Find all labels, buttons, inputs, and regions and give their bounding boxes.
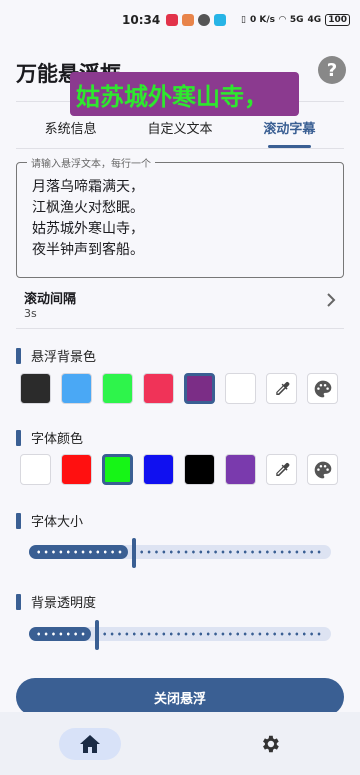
font-size-slider[interactable] xyxy=(29,538,331,568)
scroll-interval-setting[interactable]: 滚动间隔 3s xyxy=(16,284,344,326)
notification-icon xyxy=(166,14,179,26)
vibrate-icon: ▯ xyxy=(241,15,246,25)
section-marker xyxy=(16,347,21,364)
bg-color-swatch[interactable] xyxy=(61,373,92,404)
bg-opacity-slider-thumb[interactable] xyxy=(95,620,99,650)
floating-window-preview[interactable]: 姑苏城外寒山寺， xyxy=(70,72,299,116)
notification-icon xyxy=(214,14,227,26)
divider xyxy=(16,148,344,149)
float-text-lines: 月落乌啼霜满天， 江枫渔火对愁眠。 姑苏城外寒山寺， 夜半钟声到客船。 xyxy=(32,177,144,261)
font-color-swatch[interactable] xyxy=(225,454,256,485)
nav-home[interactable] xyxy=(0,712,180,775)
font-color-swatches xyxy=(20,454,338,485)
bottom-navigation xyxy=(0,712,360,775)
status-time: 10:34 xyxy=(122,13,161,27)
font-color-swatch[interactable] xyxy=(184,454,215,485)
bg-color-palette-button[interactable] xyxy=(307,373,338,404)
signal-4g: 4G xyxy=(307,15,322,25)
status-bar: 10:34 ▯ 0 K/s ◠ 5G 4G 100 xyxy=(0,0,360,40)
bg-opacity-title: 背景透明度 xyxy=(31,596,97,611)
scroll-interval-value: 3s xyxy=(24,307,37,320)
font-color-eyedropper-button[interactable] xyxy=(266,454,297,485)
font-color-header: 字体颜色 xyxy=(16,428,83,447)
bg-opacity-slider-ticks xyxy=(101,632,325,636)
net-speed: 0 K/s xyxy=(249,15,275,25)
tab-bar: 系统信息 自定义文本 滚动字幕 xyxy=(16,112,344,148)
bg-color-eyedropper-button[interactable] xyxy=(266,373,297,404)
font-color-swatch[interactable] xyxy=(61,454,92,485)
bg-color-title: 悬浮背景色 xyxy=(31,350,97,365)
float-text-input[interactable]: 请输入悬浮文本，每行一个 月落乌啼霜满天， 江枫渔火对愁眠。 姑苏城外寒山寺， … xyxy=(16,155,344,278)
bg-color-swatch[interactable] xyxy=(184,373,215,404)
text-line: 夜半钟声到客船。 xyxy=(32,242,144,258)
eyedropper-icon xyxy=(275,462,289,476)
float-text-input-label: 请输入悬浮文本，每行一个 xyxy=(27,155,155,170)
section-marker xyxy=(16,429,21,446)
notification-icon xyxy=(198,14,211,26)
divider xyxy=(16,328,344,329)
notification-icon xyxy=(182,14,195,26)
font-size-slider-active-ticks xyxy=(35,550,122,554)
bg-color-swatch[interactable] xyxy=(20,373,51,404)
status-indicators: ▯ 0 K/s ◠ 5G 4G 100 xyxy=(241,14,350,26)
section-marker xyxy=(16,512,21,529)
tab-scrolling-subtitles[interactable]: 滚动字幕 xyxy=(235,112,344,148)
eyedropper-icon xyxy=(275,381,289,395)
bg-color-header: 悬浮背景色 xyxy=(16,346,96,365)
palette-icon xyxy=(314,380,331,397)
font-size-slider-ticks xyxy=(138,550,325,554)
nav-settings[interactable] xyxy=(180,712,360,775)
scroll-interval-title: 滚动间隔 xyxy=(24,292,77,307)
help-icon[interactable]: ? xyxy=(318,56,346,84)
tab-custom-text[interactable]: 自定义文本 xyxy=(125,112,234,148)
font-color-palette-button[interactable] xyxy=(307,454,338,485)
bg-color-swatch[interactable] xyxy=(225,373,256,404)
nav-home-indicator xyxy=(59,727,121,760)
text-line: 江枫渔火对愁眠。 xyxy=(32,200,144,216)
font-color-swatch[interactable] xyxy=(102,454,133,485)
font-color-title: 字体颜色 xyxy=(31,432,84,447)
bg-opacity-header: 背景透明度 xyxy=(16,592,96,611)
text-line: 姑苏城外寒山寺， xyxy=(32,221,144,237)
bg-opacity-slider[interactable] xyxy=(29,620,331,650)
font-size-slider-thumb[interactable] xyxy=(132,538,136,568)
font-size-title: 字体大小 xyxy=(31,515,84,530)
signal-5g: 5G xyxy=(289,15,304,25)
font-size-header: 字体大小 xyxy=(16,511,83,530)
font-color-swatch[interactable] xyxy=(20,454,51,485)
home-icon xyxy=(80,734,100,753)
section-marker xyxy=(16,593,21,610)
battery-icon: 100 xyxy=(325,14,350,26)
wifi-icon: ◠ xyxy=(278,15,286,25)
bg-color-swatch[interactable] xyxy=(143,373,174,404)
bg-opacity-slider-active-ticks xyxy=(35,632,85,636)
text-line: 月落乌啼霜满天， xyxy=(32,179,144,195)
font-color-swatch[interactable] xyxy=(143,454,174,485)
gear-icon xyxy=(263,735,279,752)
bg-color-swatch[interactable] xyxy=(102,373,133,404)
tab-system-info[interactable]: 系统信息 xyxy=(16,112,125,148)
chevron-right-icon xyxy=(326,292,336,312)
bg-color-swatches xyxy=(20,373,338,404)
palette-icon xyxy=(314,461,331,478)
close-float-button[interactable]: 关闭悬浮 xyxy=(16,678,344,716)
